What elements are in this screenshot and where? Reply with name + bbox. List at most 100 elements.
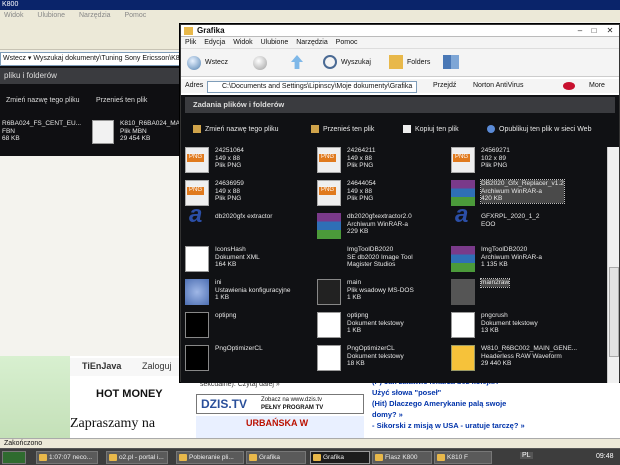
title-bar[interactable]: Grafika – □ ✕ (181, 25, 619, 37)
back-button[interactable]: Wstecz (205, 55, 228, 71)
file-item[interactable]: 24264211149 x 88Plik PNG (317, 145, 447, 177)
dzis-tv-link[interactable]: PEŁNY PROGRAM TV (261, 405, 323, 411)
taskbar-item[interactable]: 1:07:07 neco... (36, 451, 98, 464)
txt-file-icon (317, 312, 341, 338)
file-item[interactable]: ImgToolDB2020 Archiwum WinRAR-a 1 135 KB (451, 244, 581, 276)
file-item[interactable]: PngOptimizerCL Dokument tekstowy 18 KB (317, 343, 447, 375)
go-button[interactable]: Przejdź (423, 79, 456, 93)
bg-file-item[interactable]: K810_R6BA024_MA... Plik MBN 29 454 KB (120, 120, 185, 143)
bg-file-item[interactable]: R6BA024_FS_CENT_EU... FBN 68 KB (2, 120, 81, 143)
file-name: 24264211 (347, 147, 376, 154)
menu-tools[interactable]: Narzędzia (296, 39, 328, 46)
background-file-list: R6BA024_FS_CENT_EU... FBN 68 KB K810_R6B… (0, 112, 185, 156)
bg-task-move[interactable]: Przenieś ten plik (96, 96, 147, 106)
file-item[interactable]: optipng (185, 310, 315, 342)
move-task[interactable]: Przenieś ten plik (311, 125, 374, 135)
copy-label: Kopiuj ten plik (415, 126, 459, 133)
taskbar-item[interactable]: Flasz K800 (372, 451, 432, 464)
maximize-button[interactable]: □ (587, 26, 601, 36)
ad-banner[interactable] (0, 356, 70, 438)
taskbar-item[interactable]: Pobieranie pli... (176, 451, 244, 464)
eoo-file-icon (451, 211, 475, 239)
task-pane-header[interactable]: Zadania plików i folderów (185, 97, 615, 113)
start-button[interactable] (2, 451, 26, 464)
file-item[interactable]: db2020gfxextractor2.0 Archiwum WinRAR-a 22… (317, 211, 447, 243)
file-item[interactable]: 24251064149 x 88Plik PNG (185, 145, 315, 177)
file-item[interactable]: pngcrush Dokument tekstowy 13 KB (451, 310, 581, 342)
png-file-icon (317, 180, 341, 206)
close-button[interactable]: ✕ (603, 26, 617, 36)
views-icon[interactable] (443, 55, 459, 69)
more-button[interactable]: More (589, 79, 605, 93)
taskbar-item[interactable]: Grafika (246, 451, 306, 464)
taskbar-item[interactable]: o2.pl - portal i... (106, 451, 168, 464)
bg-file-size: 68 KB (2, 135, 20, 142)
file-item[interactable]: 24569271102 x 89Plik PNG (451, 145, 581, 177)
menu-file[interactable]: Plik (185, 39, 196, 46)
file-label: optipng (215, 312, 236, 320)
bg-task-rename[interactable]: Zmień nazwę tego pliku (6, 96, 80, 106)
norton-antivirus[interactable]: Norton AntiVirus (473, 79, 523, 93)
publish-task[interactable]: Opublikuj ten plik w sieci Web (487, 125, 591, 135)
back-arrow-icon[interactable] (187, 56, 201, 70)
background-toolbar (0, 22, 180, 50)
hotmoney-logo[interactable]: HOT MONEY (96, 388, 163, 400)
rename-task[interactable]: Zmień nazwę tego pliku (193, 125, 279, 135)
file-item[interactable]: 24644054149 x 88Plik PNG (317, 178, 447, 210)
menu-view[interactable]: Widok (233, 39, 252, 46)
folders-button[interactable]: Folders (407, 55, 430, 71)
bg-menu-item[interactable]: Widok (4, 12, 23, 19)
folder-icon (249, 454, 257, 461)
file-item[interactable]: W810_R6BC002_MAIN_GENE... Headerless RAW … (451, 343, 581, 375)
menu-edit[interactable]: Edycja (204, 39, 225, 46)
file-item[interactable]: PngOptimizerCL (185, 343, 315, 375)
bg-menu-item[interactable]: Ulubione (37, 12, 65, 19)
news-link[interactable]: (Hit) Dlaczego Amerykanie palą swoje (372, 398, 620, 409)
file-item[interactable]: GFXRPL_2020_1_2EOO (451, 211, 581, 243)
dzis-tv-banner[interactable]: DZIS.TV Zobacz na www.dzis.tv PEŁNY PROG… (196, 394, 364, 414)
login-link[interactable]: Zaloguj (142, 361, 172, 371)
news-link[interactable]: domy? » (372, 409, 620, 420)
vertical-scrollbar[interactable] (607, 147, 619, 383)
copy-task[interactable]: Kopiuj ten plik (403, 125, 459, 135)
file-item[interactable]: ImgToolDB2020 SE db2020 Image Tool Magiste… (317, 244, 447, 276)
search-button[interactable]: Wyszukaj (341, 55, 371, 71)
up-folder-icon[interactable] (291, 55, 303, 69)
news-link[interactable]: Użyć słowa "poseł" (372, 387, 620, 398)
urbanska-banner[interactable]: URBAŃSKA W (196, 416, 364, 438)
file-label: db2020gfx extractor (215, 213, 272, 221)
file-item[interactable]: main2raw (451, 277, 581, 309)
file-item[interactable]: 24636959149 x 88Plik PNG (185, 178, 315, 210)
bg-menu-item[interactable]: Pomoc (124, 12, 146, 19)
menu-help[interactable]: Pomoc (336, 39, 358, 46)
file-label: GFXRPL_2020_1_2 EOO (481, 213, 540, 228)
file-item[interactable]: ini Ustawienia konfiguracyjne 1 KB (185, 277, 315, 309)
taskbar-item[interactable]: K810 F (434, 451, 492, 464)
forward-arrow-icon[interactable] (253, 56, 267, 70)
menu-favorites[interactable]: Ulubione (261, 39, 289, 46)
file-item[interactable]: IconsHash Dokument XML 164 KB (185, 244, 315, 276)
minimize-button[interactable]: – (573, 26, 587, 36)
file-name: PngOptimizerCL (347, 345, 395, 352)
img-file-icon (317, 246, 341, 272)
language-indicator[interactable]: PL (520, 452, 533, 459)
folders-icon[interactable] (389, 55, 403, 69)
address-input[interactable]: C:\Documents and Settings\Lipinscy\Moje … (207, 81, 417, 93)
news-link[interactable]: - Sikorski z misją w USA - uratuje tarcz… (372, 420, 620, 431)
file-item[interactable]: optipng Dokument tekstowy 1 KB (317, 310, 447, 342)
file-label: 24264211 149 x 88 Plik PNG (347, 147, 375, 170)
file-item[interactable]: DB2020_Gfx_Replacer_v1.2 Archiwum WinRAR-… (451, 178, 581, 210)
scrollbar-thumb[interactable] (609, 267, 619, 357)
file-item[interactable]: main Plik wsadowy MS-DOS 1 KB (317, 277, 447, 309)
background-window-title: K800 (0, 0, 620, 10)
search-icon[interactable] (323, 55, 337, 69)
bg-menu-item[interactable]: Narzędzia (79, 12, 111, 19)
ask-icon[interactable] (563, 82, 575, 90)
taskbar-label: Grafika (259, 454, 280, 461)
file-item[interactable]: db2020gfx extractor (185, 211, 315, 243)
taskbar-item-active[interactable]: Grafika (310, 451, 370, 464)
file-line2: Dokument tekstowy (481, 319, 538, 327)
background-address-bar[interactable]: Wstecz ▾ Wyszukaj dokumenty\Tuning Sony … (0, 52, 180, 66)
bg-file-type: Plik MBN (120, 127, 147, 135)
tienjava-logo[interactable]: TiEnJava (82, 361, 121, 371)
